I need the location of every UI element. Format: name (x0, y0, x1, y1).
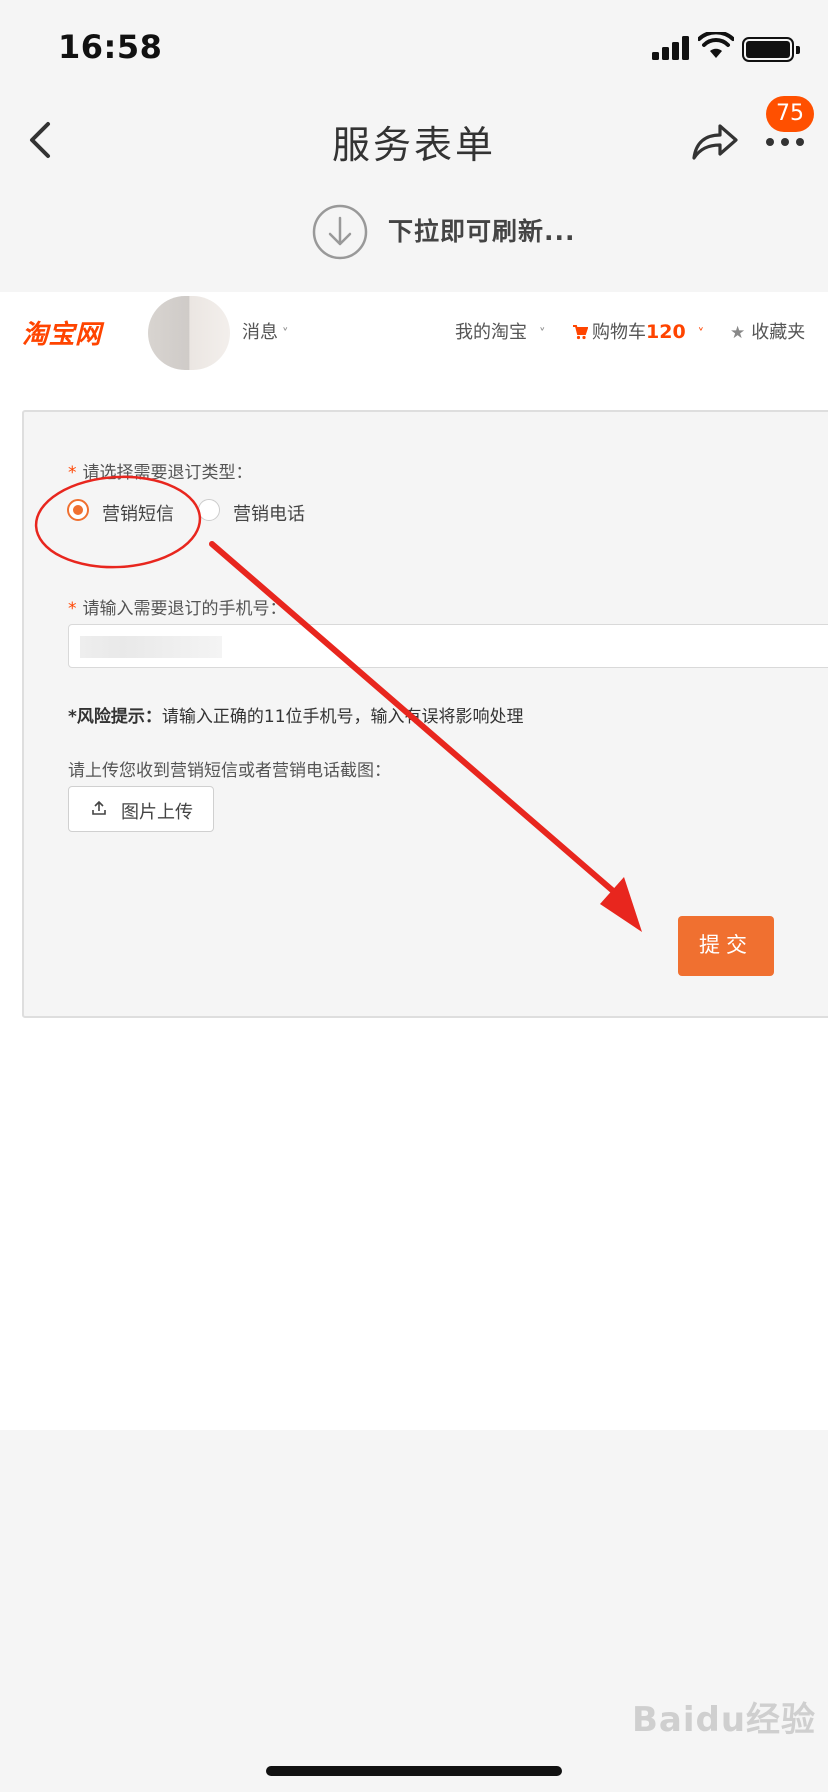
star-icon: ★ (730, 323, 746, 343)
wifi-icon (698, 32, 734, 58)
cart-icon (573, 325, 589, 340)
upload-icon (92, 800, 106, 815)
phone-label: * 请输入需要退订的手机号： (68, 599, 287, 619)
cart-count: 120 (646, 321, 686, 343)
risk-hint: *风险提示：请输入正确的11位手机号，输入有误将影响处理 (68, 707, 524, 727)
taobao-logo[interactable]: 淘宝网 (22, 314, 102, 351)
radio-marketing-call[interactable] (198, 499, 220, 521)
refresh-hint: 下拉即可刷新... (388, 217, 576, 246)
submit-button[interactable]: 提交 (678, 916, 774, 976)
avatar (148, 296, 230, 370)
battery-icon (742, 37, 800, 62)
share-icon[interactable] (690, 118, 740, 164)
header-favorites-link[interactable]: ★ 收藏夹 (730, 318, 805, 344)
radio-marketing-call-label[interactable]: 营销电话 (233, 500, 305, 526)
radio-marketing-sms-label[interactable]: 营销短信 (102, 500, 174, 526)
header-cart-link[interactable]: 购物车120 ˅ (572, 318, 704, 344)
image-upload-button[interactable]: 图片上传 (68, 786, 214, 832)
baidu-watermark: Baidu经验 (632, 1700, 817, 1740)
status-time: 16:58 (58, 28, 163, 66)
header-my-taobao-link[interactable]: 我的淘宝 ˅ (455, 318, 546, 344)
home-indicator[interactable] (266, 1766, 562, 1776)
notification-badge: 75 (766, 96, 814, 132)
refund-type-label: * 请选择需要退订类型： (68, 463, 253, 483)
redacted-phone (80, 636, 222, 658)
upload-label: 请上传您收到营销短信或者营销电话截图： (68, 761, 391, 781)
header-messages-link[interactable]: 消息 ˅ (242, 318, 289, 344)
signal-icon (652, 36, 690, 60)
radio-marketing-sms[interactable] (67, 499, 89, 521)
arrow-down-circle-icon (312, 204, 368, 260)
